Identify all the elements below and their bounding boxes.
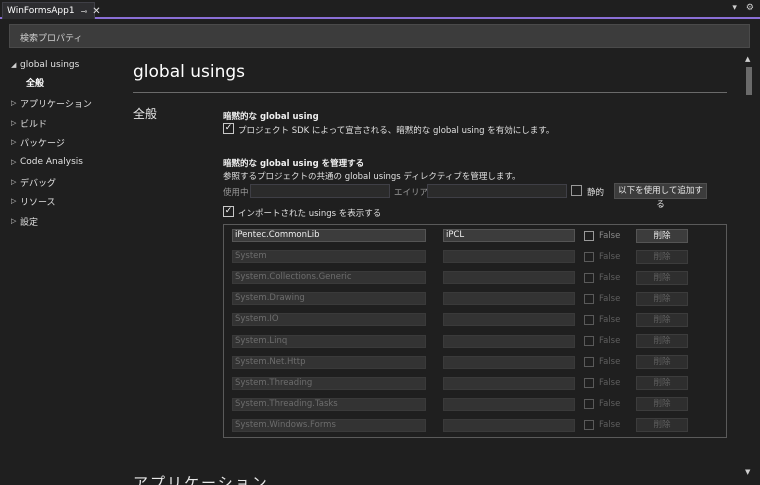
using-static-checkbox[interactable] <box>584 336 594 346</box>
scroll-thumb[interactable] <box>746 67 752 95</box>
using-static-value: False <box>599 378 621 389</box>
using-alias-cell[interactable] <box>443 376 575 390</box>
implicit-using-label: プロジェクト SDK によって宣言される、暗黙的な global using を… <box>238 126 555 136</box>
using-static-value: False <box>599 230 621 241</box>
using-static-value: False <box>599 420 621 431</box>
sidebar-item-application[interactable]: ▷ アプリケーション <box>11 96 92 110</box>
using-input[interactable] <box>250 184 390 198</box>
sidebar-item-debug[interactable]: ▷ デバッグ <box>11 175 56 189</box>
delete-using-button[interactable]: 削除 <box>636 249 688 264</box>
document-tab-strip: WinFormsApp1 ⊸ ✕ ▾ ⚙ <box>0 0 760 19</box>
delete-using-button[interactable]: 削除 <box>636 291 688 306</box>
using-static-checkbox[interactable] <box>584 293 594 304</box>
delete-using-button[interactable]: 削除 <box>636 397 688 412</box>
using-static-value: False <box>599 272 621 283</box>
using-static-checkbox[interactable] <box>584 357 594 368</box>
sidebar-item-global-usings[interactable]: ◢ global usings <box>11 58 79 72</box>
delete-using-button[interactable]: 削除 <box>636 355 688 370</box>
using-static-checkbox[interactable] <box>584 378 594 389</box>
collapsed-arrow-icon: ▷ <box>11 158 17 166</box>
using-name-cell[interactable]: System.Threading.Tasks <box>232 397 426 411</box>
sidebar-item-build[interactable]: ▷ ビルド <box>11 116 47 130</box>
static-checkbox[interactable] <box>571 185 582 196</box>
delete-using-button[interactable]: 削除 <box>636 418 688 433</box>
scroll-up-icon[interactable]: ▲ <box>745 55 750 63</box>
collapsed-arrow-icon: ▷ <box>11 217 17 225</box>
using-name-cell[interactable]: System <box>232 250 426 264</box>
collapsed-arrow-icon: ▷ <box>11 197 17 205</box>
using-name-cell[interactable]: iPentec.CommonLib <box>232 229 426 242</box>
using-alias-cell[interactable] <box>443 250 575 264</box>
sidebar-item-code-analysis[interactable]: ▷ Code Analysis <box>11 155 83 169</box>
using-name-cell[interactable]: System.Linq <box>232 334 426 348</box>
using-alias-cell[interactable] <box>443 292 575 306</box>
tab-winformsapp1[interactable]: WinFormsApp1 ⊸ ✕ <box>2 2 101 19</box>
section-title-general: 全般 <box>133 107 158 121</box>
using-static-value: False <box>599 399 621 410</box>
using-alias-cell[interactable] <box>443 334 575 348</box>
add-using-button[interactable]: 以下を使用して追加する <box>614 183 707 210</box>
delete-using-button[interactable]: 削除 <box>636 376 688 391</box>
using-static-checkbox[interactable] <box>584 420 594 431</box>
using-name-cell[interactable]: System.Net.Http <box>232 355 426 369</box>
collapsed-arrow-icon: ▷ <box>11 99 17 107</box>
using-static-checkbox[interactable] <box>584 230 594 241</box>
show-imported-label: インポートされた usings を表示する <box>238 209 382 219</box>
using-name-cell[interactable]: System.Windows.Forms <box>232 418 426 432</box>
sidebar-subitem-general[interactable]: 全般 <box>26 76 44 89</box>
expanded-arrow-icon: ◢ <box>11 61 17 69</box>
delete-using-button[interactable]: 削除 <box>636 270 688 285</box>
collapsed-arrow-icon: ▷ <box>11 119 17 127</box>
delete-using-button[interactable]: 削除 <box>636 334 688 348</box>
chevron-down-icon[interactable]: ▾ <box>732 3 737 13</box>
using-alias-cell[interactable] <box>443 397 575 411</box>
sidebar-item-settings[interactable]: ▷ 設定 <box>11 214 38 228</box>
using-static-checkbox[interactable] <box>584 272 594 283</box>
gear-icon[interactable]: ⚙ <box>746 3 754 13</box>
using-static-checkbox[interactable] <box>584 314 594 325</box>
using-name-cell[interactable]: System.IO <box>232 313 426 327</box>
sidebar-item-resources[interactable]: ▷ リソース <box>11 194 56 208</box>
using-alias-cell[interactable] <box>443 418 575 432</box>
using-static-value: False <box>599 336 621 346</box>
using-alias-cell[interactable] <box>443 355 575 369</box>
using-label: 使用中 <box>223 188 249 198</box>
using-static-checkbox[interactable] <box>584 251 594 262</box>
using-alias-cell[interactable]: iPCL <box>443 229 575 242</box>
section-title-application: アプリケーション <box>133 474 269 485</box>
collapsed-arrow-icon: ▷ <box>11 138 17 146</box>
close-icon[interactable]: ✕ <box>92 6 100 17</box>
using-static-value: False <box>599 293 621 304</box>
using-name-cell[interactable]: System.Drawing <box>232 292 426 306</box>
delete-using-button[interactable]: 削除 <box>636 228 688 243</box>
using-static-value: False <box>599 251 621 262</box>
scroll-down-icon[interactable]: ▼ <box>745 468 750 476</box>
using-static-value: False <box>599 357 621 368</box>
collapsed-arrow-icon: ▷ <box>11 178 17 186</box>
tab-title: WinFormsApp1 <box>7 6 75 16</box>
using-static-value: False <box>599 314 621 325</box>
vertical-scrollbar[interactable]: ▲ ▼ <box>744 55 754 480</box>
pin-icon[interactable]: ⊸ <box>81 7 88 16</box>
using-static-checkbox[interactable] <box>584 399 594 410</box>
implicit-using-checkbox[interactable]: ✓ <box>223 123 234 134</box>
alias-input[interactable] <box>427 184 567 198</box>
using-alias-cell[interactable] <box>443 271 575 285</box>
using-alias-cell[interactable] <box>443 313 575 327</box>
using-name-cell[interactable]: System.Threading <box>232 376 426 390</box>
search-properties-input[interactable]: 検索プロパティ <box>9 24 750 48</box>
using-name-cell[interactable]: System.Collections.Generic <box>232 271 426 285</box>
static-label: 静的 <box>587 188 605 198</box>
delete-using-button[interactable]: 削除 <box>636 312 688 327</box>
title-divider <box>133 92 727 93</box>
sidebar-item-package[interactable]: ▷ パッケージ <box>11 135 65 149</box>
show-imported-checkbox[interactable]: ✓ <box>223 206 234 217</box>
page-title: global usings <box>133 62 246 82</box>
implicit-using-heading: 暗黙的な global using <box>223 112 319 122</box>
manage-using-description: 参照するプロジェクトの共通の global usings ディレクティブを管理し… <box>223 172 521 182</box>
manage-using-heading: 暗黙的な global using を管理する <box>223 159 365 169</box>
